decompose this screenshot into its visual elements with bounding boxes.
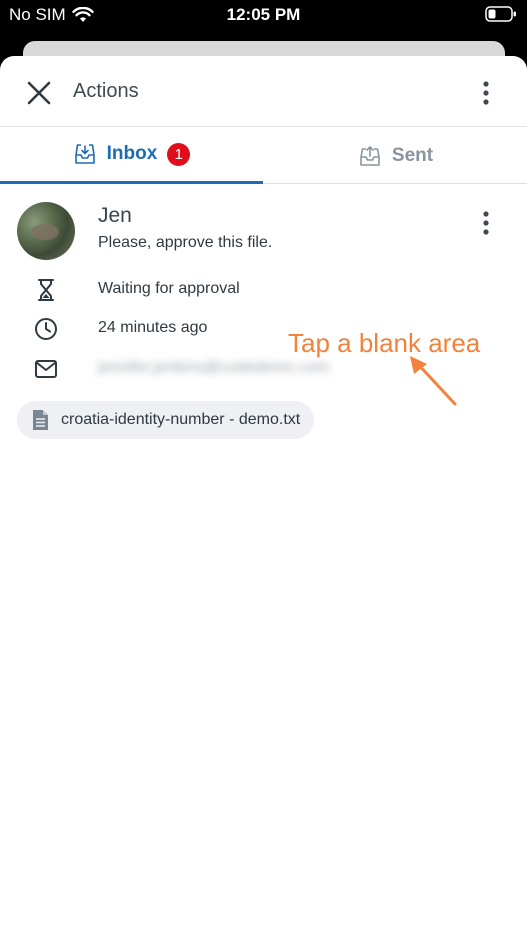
mail-icon [33,356,59,382]
approval-status: Waiting for approval [98,280,240,297]
file-attachment[interactable]: croatia-identity-number - demo.txt [17,401,315,439]
avatar [17,202,75,260]
more-vertical-icon [483,81,489,105]
clock: 12:05 PM [226,5,301,24]
clock-icon [33,316,59,342]
battery-icon [485,6,516,22]
close-button[interactable] [24,78,54,108]
message-text: Please, approve this file. [98,234,273,251]
arrow-icon [410,356,457,406]
page-title: Actions [73,80,139,102]
status-row: Waiting for approval [0,275,527,305]
more-vertical-icon [483,211,489,235]
tab-bar: Inbox 1 Sent [0,127,527,184]
more-options-button[interactable] [471,78,501,108]
hint-annotation: Tap a blank area [288,328,481,358]
tab-sent-label: Sent [391,144,434,166]
time-ago: 24 minutes ago [98,319,208,336]
file-icon [33,410,48,430]
tab-inbox[interactable]: Inbox 1 [0,127,263,184]
sender-email: jennifer.jenkins@codedemo.com [98,359,330,376]
unread-badge: 1 [167,142,191,166]
message-more-button[interactable] [471,208,501,238]
tab-inbox-label: Inbox [106,143,158,164]
close-icon [27,81,51,105]
file-name: croatia-identity-number - demo.txt [61,411,301,428]
hourglass-icon [33,277,59,303]
tab-sent[interactable]: Sent [264,127,527,184]
sender-name: Jen [98,204,132,227]
status-bar: No SIM 12:05 PM [0,0,527,32]
actions-sheet: Actions Inbox 1 Sent Jen Please, approve… [0,56,527,937]
sheet-header: Actions [0,56,527,127]
inbox-icon [74,144,95,164]
outbox-icon [360,145,380,166]
